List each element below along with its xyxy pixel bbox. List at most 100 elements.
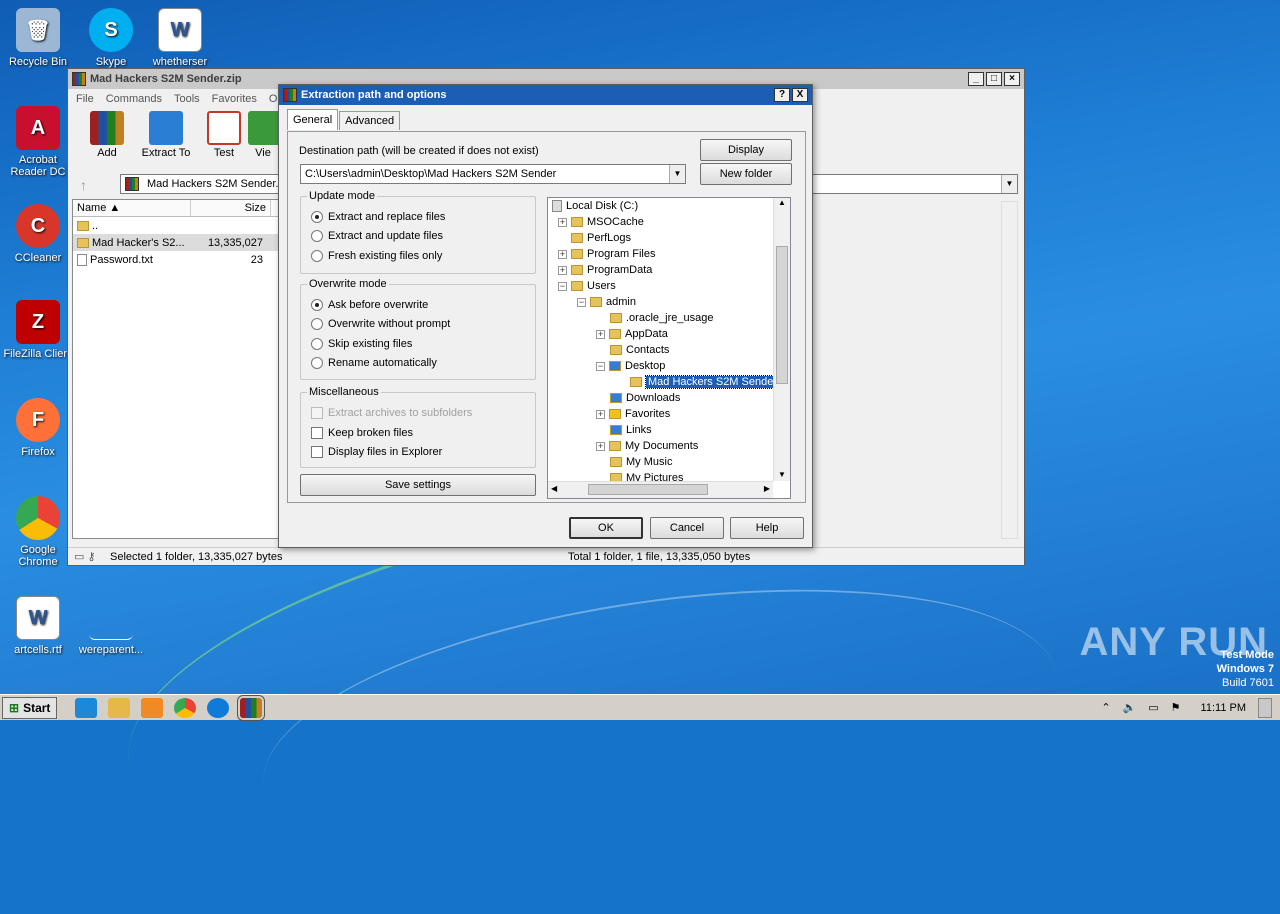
checkbox-extract-subfolders: Extract archives to subfolders xyxy=(311,407,472,419)
network-icon[interactable]: ▭ xyxy=(1148,701,1158,714)
clock[interactable]: 11:11 PM xyxy=(1201,702,1246,714)
group-title: Miscellaneous xyxy=(307,386,381,398)
menu-file[interactable]: File xyxy=(76,93,94,105)
scroll-down-icon: ▼ xyxy=(778,470,786,479)
folder-icon xyxy=(609,329,621,339)
file-row[interactable]: .. xyxy=(73,217,278,234)
tree-node[interactable]: − Users xyxy=(558,278,616,294)
address-dropdown-icon[interactable]: ▼ xyxy=(1001,175,1017,193)
desktop-icon-acrobat[interactable]: A Acrobat Reader DC xyxy=(0,106,76,178)
media-player-icon[interactable] xyxy=(141,697,164,718)
desktop-icon-wereparent[interactable]: wereparent... xyxy=(73,596,149,656)
tree-node[interactable]: + MSOCache xyxy=(558,214,644,230)
tree-node[interactable]: − Desktop xyxy=(596,358,665,374)
desktop-icon-recycle-bin[interactable]: 🗑 Recycle Bin xyxy=(0,8,76,68)
toolbar-test-button[interactable]: Test xyxy=(193,111,255,159)
edge-icon[interactable] xyxy=(207,697,230,718)
minimize-button[interactable]: _ xyxy=(968,72,984,86)
tree-node[interactable]: Downloads xyxy=(610,390,680,406)
volume-icon[interactable]: 🔈 xyxy=(1123,701,1137,714)
scroll-left-icon: ◀ xyxy=(551,484,558,493)
radio-fresh-existing[interactable]: Fresh existing files only xyxy=(311,250,442,262)
destination-path-input[interactable]: C:\Users\admin\Desktop\Mad Hackers S2M S… xyxy=(300,164,686,184)
menu-tools[interactable]: Tools xyxy=(174,93,200,105)
tree-node[interactable]: My Music xyxy=(610,454,672,470)
tree-node[interactable]: + Favorites xyxy=(596,406,670,422)
chevron-down-icon[interactable]: ▼ xyxy=(669,165,685,183)
desktop-icon-label: FileZilla Client xyxy=(3,348,73,360)
scroll-thumb[interactable] xyxy=(776,246,788,384)
radio-rename-auto[interactable]: Rename automatically xyxy=(311,357,437,369)
list-vertical-scrollbar[interactable] xyxy=(1001,201,1018,539)
links-icon xyxy=(610,425,622,435)
file-row[interactable]: Mad Hacker's S2... 13,335,027 xyxy=(73,234,278,251)
tree-node[interactable]: + My Documents xyxy=(596,438,698,454)
menu-bar: File Commands Tools Favorites Opt xyxy=(68,90,287,108)
ok-button[interactable]: OK xyxy=(569,517,643,539)
scroll-thumb[interactable] xyxy=(588,484,708,495)
radio-extract-update[interactable]: Extract and update files xyxy=(311,230,443,242)
explorer-icon[interactable] xyxy=(108,697,131,718)
folder-tree[interactable]: Local Disk (C:) + MSOCache PerfLogs + Prog… xyxy=(547,197,791,499)
tree-node[interactable]: Links xyxy=(610,422,652,438)
desktop-icon-filezilla[interactable]: Z FileZilla Client xyxy=(0,300,76,360)
chrome-icon[interactable] xyxy=(174,697,197,718)
column-header-size[interactable]: Size xyxy=(191,200,271,216)
close-button[interactable]: X xyxy=(792,88,808,102)
desktop-icon-firefox[interactable]: F Firefox xyxy=(0,398,76,458)
tree-node[interactable]: + Program Files xyxy=(558,246,655,262)
toolbar-view-button[interactable]: Vie xyxy=(248,111,278,159)
tree-node[interactable]: + AppData xyxy=(596,326,668,342)
add-archive-icon xyxy=(90,111,124,145)
menu-favorites[interactable]: Favorites xyxy=(212,93,257,105)
tree-node[interactable]: + ProgramData xyxy=(558,262,652,278)
desktop-icon-skype[interactable]: S Skype xyxy=(73,8,149,68)
help-dialog-button[interactable]: Help xyxy=(730,517,804,539)
show-hidden-icons-icon[interactable]: ⌃ xyxy=(1101,701,1110,714)
desktop-icon-ccleaner[interactable]: C CCleaner xyxy=(0,204,76,264)
cancel-button[interactable]: Cancel xyxy=(650,517,724,539)
tree-node[interactable]: Contacts xyxy=(610,342,669,358)
tree-node[interactable]: − admin xyxy=(577,294,636,310)
radio-extract-replace[interactable]: Extract and replace files xyxy=(311,211,445,223)
save-settings-button[interactable]: Save settings xyxy=(300,474,536,496)
folder-icon xyxy=(571,265,583,275)
tree-node-selected[interactable]: Mad Hackers S2M Sender xyxy=(630,374,780,390)
radio-overwrite-no-prompt[interactable]: Overwrite without prompt xyxy=(311,318,450,330)
file-row[interactable]: Password.txt 23 xyxy=(73,251,278,268)
desktop-icon-whetherser[interactable]: W whetherser xyxy=(142,8,218,68)
menu-commands[interactable]: Commands xyxy=(106,93,162,105)
new-folder-button[interactable]: New folder xyxy=(700,163,792,185)
tree-node[interactable]: Local Disk (C:) xyxy=(552,198,638,214)
extraction-dialog: Extraction path and options ? X General … xyxy=(278,84,813,548)
checkbox-keep-broken[interactable]: Keep broken files xyxy=(311,427,413,439)
dialog-title: Extraction path and options xyxy=(301,89,447,101)
desktop-icon-chrome[interactable]: Google Chrome xyxy=(0,496,76,568)
column-header-name[interactable]: Name ▲ xyxy=(73,200,191,216)
close-button[interactable]: × xyxy=(1004,72,1020,86)
tree-node[interactable]: .oracle_jre_usage xyxy=(610,310,713,326)
checkbox-display-explorer[interactable]: Display files in Explorer xyxy=(311,446,442,458)
up-arrow-icon[interactable]: ↑ xyxy=(80,177,87,193)
toolbar-extract-button[interactable]: Extract To xyxy=(135,111,197,159)
tree-node[interactable]: PerfLogs xyxy=(571,230,631,246)
radio-skip-existing[interactable]: Skip existing files xyxy=(311,338,412,350)
tab-advanced[interactable]: Advanced xyxy=(339,111,401,130)
start-button[interactable]: ⊞ Start xyxy=(2,696,58,719)
tree-vertical-scrollbar[interactable]: ▲ ▼ xyxy=(773,198,790,481)
help-button[interactable]: ? xyxy=(774,88,790,102)
desktop-icon-artcells[interactable]: W artcells.rtf xyxy=(0,596,76,656)
tab-general[interactable]: General xyxy=(287,109,339,130)
address-text: Mad Hackers S2M Sender.zi xyxy=(147,178,287,190)
dialog-titlebar[interactable]: Extraction path and options ? X xyxy=(279,85,812,105)
action-center-flag-icon[interactable]: ⚑ xyxy=(1171,701,1181,714)
winrar-icon[interactable] xyxy=(237,694,266,721)
toolbar-add-button[interactable]: Add xyxy=(76,111,138,159)
tree-horizontal-scrollbar[interactable]: ◀ ▶ xyxy=(548,481,773,498)
radio-ask-overwrite[interactable]: Ask before overwrite xyxy=(311,299,428,311)
display-button[interactable]: Display xyxy=(700,139,792,161)
ie-icon[interactable] xyxy=(75,697,98,718)
show-desktop-button[interactable] xyxy=(1258,697,1272,718)
maximize-button[interactable]: □ xyxy=(986,72,1002,86)
toolbar-label: Extract To xyxy=(141,147,191,159)
